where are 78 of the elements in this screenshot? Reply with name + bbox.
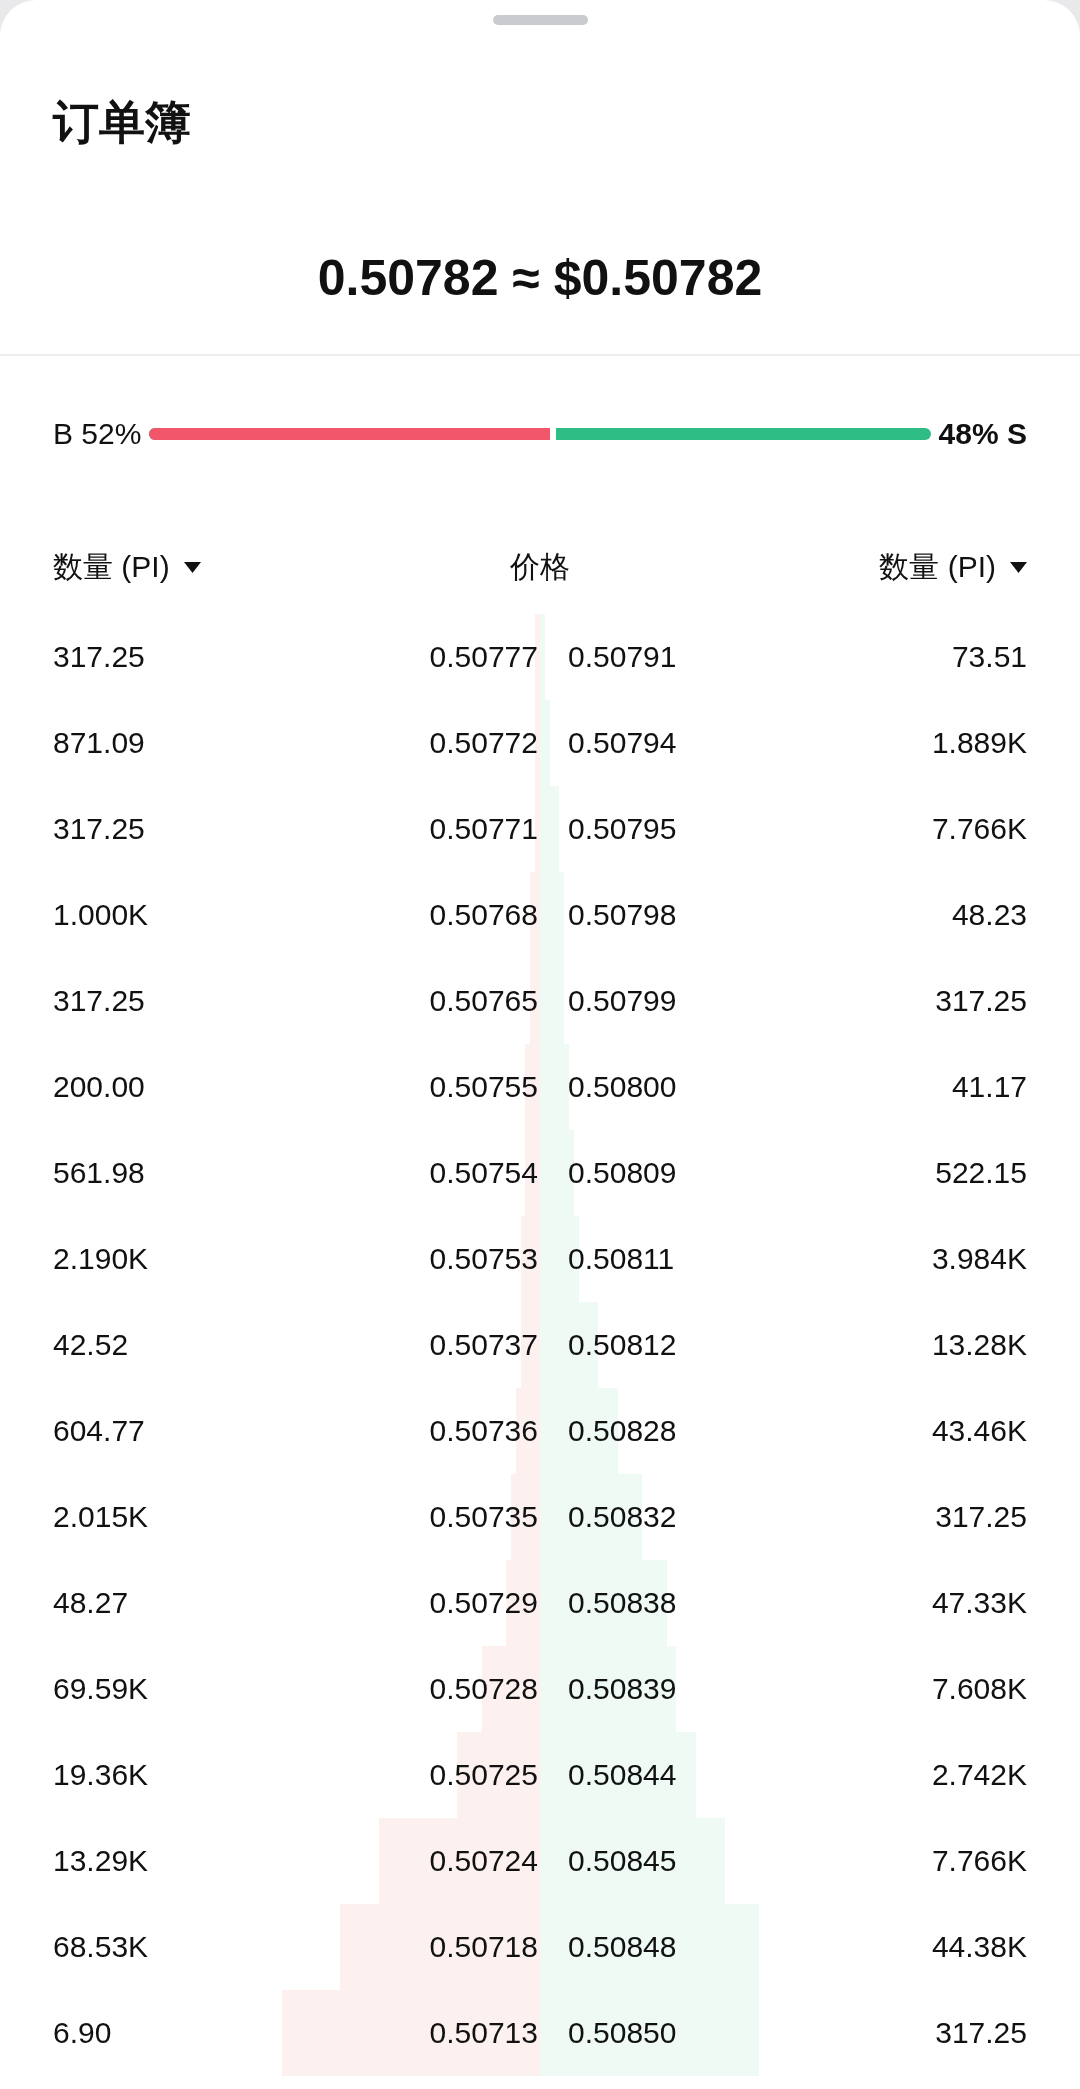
ask-quantity: 47.33K — [931, 1586, 1027, 1620]
ask-quantity: 13.28K — [931, 1328, 1027, 1362]
ask-quantity: 7.766K — [931, 1844, 1027, 1878]
ask-quantity: 317.25 — [935, 984, 1027, 1018]
ask-quantity: 522.15 — [935, 1156, 1027, 1190]
bid-quantity: 604.77 — [53, 1414, 145, 1448]
bid-quantity: 69.59K — [53, 1672, 149, 1706]
drag-handle[interactable] — [492, 15, 588, 25]
bid-quantity: 317.25 — [53, 812, 145, 846]
bid-quantity: 13.29K — [53, 1844, 149, 1878]
ask-price: 0.50811 — [568, 1242, 675, 1276]
ask-quantity: 43.46K — [931, 1414, 1027, 1448]
bid-price: 0.50713 — [429, 2016, 539, 2050]
price-column-header: 价格 — [510, 548, 570, 585]
ask-quantity: 7.608K — [931, 1672, 1027, 1706]
ask-price: 0.50832 — [568, 1500, 677, 1534]
bid-price: 0.50728 — [429, 1672, 539, 1706]
ask-price: 0.50800 — [568, 1070, 677, 1104]
ask-quantity: 73.51 — [951, 640, 1027, 674]
ask-price: 0.50795 — [568, 812, 677, 846]
ask-price: 0.50838 — [568, 1586, 677, 1620]
ask-price: 0.50791 — [568, 640, 677, 674]
quantity-unit-dropdown[interactable]: 数量 (PI) — [53, 546, 201, 588]
bid-quantity: 2.015K — [53, 1500, 149, 1534]
ask-price: 0.50798 — [568, 898, 677, 932]
bid-price: 0.50718 — [429, 1930, 539, 1964]
ask-price: 0.50844 — [568, 1758, 677, 1792]
ask-price: 0.50799 — [568, 984, 677, 1018]
bid-price: 0.50725 — [429, 1758, 539, 1792]
bid-quantity: 200.00 — [53, 1070, 145, 1104]
bid-price: 0.50737 — [429, 1328, 539, 1362]
ask-price: 0.50848 — [568, 1930, 677, 1964]
bid-price: 0.50772 — [429, 726, 539, 760]
bid-price: 0.50777 — [429, 640, 539, 674]
bid-price: 0.50729 — [429, 1586, 539, 1620]
quantity-unit-dropdown[interactable]: 数量 (PI) — [879, 546, 1027, 588]
bid-quantity: 48.27 — [53, 1586, 129, 1620]
ask-quantity: 44.38K — [931, 1930, 1027, 1964]
bid-quantity: 68.53K — [53, 1930, 149, 1964]
ask-price: 0.50809 — [568, 1156, 677, 1190]
ask-quantity: 2.742K — [931, 1758, 1027, 1792]
ask-quantity: 1.889K — [931, 726, 1027, 760]
ask-quantity: 317.25 — [935, 2016, 1027, 2050]
bid-price: 0.50735 — [429, 1500, 539, 1534]
bid-quantity: 317.25 — [53, 984, 145, 1018]
buy-ratio-label: B 52% — [53, 417, 142, 451]
ask-price: 0.50839 — [568, 1672, 677, 1706]
bid-price: 0.50736 — [429, 1414, 539, 1448]
bid-price: 0.50768 — [429, 898, 539, 932]
ask-price: 0.50845 — [568, 1844, 677, 1878]
last-price: 0.50782 ≈ $0.50782 — [316, 249, 764, 308]
bid-quantity: 561.98 — [53, 1156, 145, 1190]
bid-price: 0.50765 — [429, 984, 539, 1018]
ask-quantity: 3.984K — [931, 1242, 1027, 1276]
caret-icon — [1010, 561, 1027, 573]
bid-quantity: 1.000K — [53, 898, 149, 932]
bid-price: 0.50754 — [429, 1156, 539, 1190]
bid-price: 0.50771 — [429, 812, 539, 846]
ask-quantity: 317.25 — [935, 1500, 1027, 1534]
ask-quantity: 48.23 — [951, 898, 1027, 932]
caret-icon — [183, 561, 201, 573]
bid-quantity: 871.09 — [53, 726, 145, 760]
ask-quantity: 7.766K — [931, 812, 1027, 846]
bid-price: 0.50755 — [429, 1070, 539, 1104]
ask-price: 0.50794 — [568, 726, 677, 760]
bid-quantity: 2.190K — [53, 1242, 149, 1276]
bid-quantity: 42.52 — [53, 1328, 129, 1362]
bid-quantity: 317.25 — [53, 640, 145, 674]
ask-quantity: 41.17 — [951, 1070, 1027, 1104]
sell-ratio-label: 48% S — [938, 417, 1027, 451]
bid-quantity: 19.36K — [53, 1758, 149, 1792]
ask-price: 0.50850 — [568, 2016, 677, 2050]
ask-price: 0.50828 — [568, 1414, 677, 1448]
bid-price: 0.50753 — [429, 1242, 539, 1276]
bid-quantity: 6.90 — [53, 2016, 112, 2050]
ask-price: 0.50812 — [568, 1328, 677, 1362]
sheet-title: 订单簿 — [53, 95, 192, 150]
bid-price: 0.50724 — [429, 1844, 539, 1878]
